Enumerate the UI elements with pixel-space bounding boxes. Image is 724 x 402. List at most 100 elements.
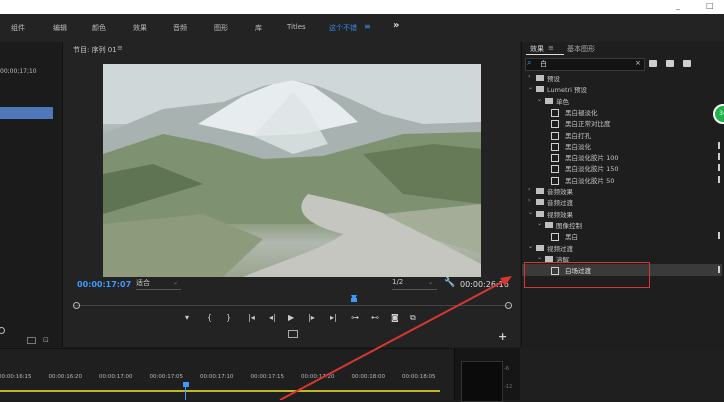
folder-icon: [545, 97, 553, 104]
search-icon: ⌕: [527, 58, 532, 67]
effect-preset-icon: [551, 165, 559, 174]
workspace-menu-icon[interactable]: ≡: [364, 22, 371, 31]
meter-tick-label: -12: [504, 384, 513, 390]
workspace-tab-titles[interactable]: Titles: [287, 23, 306, 31]
tree-folder-row[interactable]: ⌄ 视频效果: [522, 209, 724, 220]
folder-icon: [545, 221, 553, 228]
mountain-valley-image: [103, 64, 481, 277]
chevron-down-icon[interactable]: ⌄: [537, 220, 542, 227]
program-monitor-title[interactable]: 节目: 序列 01: [73, 45, 117, 55]
tree-item-label: Lumetri 预设: [547, 86, 588, 95]
program-current-timecode[interactable]: 00:00:17:07: [77, 280, 131, 289]
effect-preset-icon: [551, 142, 559, 151]
chevron-down-icon: ⌄: [428, 279, 434, 286]
chevron-down-icon[interactable]: ⌄: [528, 209, 533, 216]
tree-effect-row[interactable]: 黑白: [522, 231, 724, 242]
go-to-in-button[interactable]: |◂: [248, 313, 255, 322]
workspace-overflow-button[interactable]: »: [393, 20, 399, 31]
comparison-view-button[interactable]: ⧉: [410, 313, 416, 323]
folder-icon: [536, 75, 544, 81]
scrub-start-handle[interactable]: [73, 302, 80, 309]
tree-effect-row[interactable]: 黑白正常对比度: [522, 118, 724, 129]
step-forward-button[interactable]: |▸: [308, 313, 315, 322]
chevron-right-icon[interactable]: ›: [528, 197, 530, 204]
go-to-out-button[interactable]: ▸|: [330, 313, 337, 322]
tree-item-label: 黑白褪淡化: [565, 108, 598, 117]
mark-in-button[interactable]: {: [207, 313, 212, 322]
button-editor-add-button[interactable]: +: [498, 330, 507, 343]
workspace-bar: 组件 编辑 颜色 效果 音频 图形 库 Titles 这个不错 ≡ »: [0, 14, 724, 43]
mark-out-button[interactable]: }: [226, 313, 231, 322]
workspace-tab-editing[interactable]: 编辑: [53, 23, 67, 33]
ruler-tick-label: 00:00:17:05: [149, 374, 184, 380]
step-back-button[interactable]: ◂|: [269, 313, 276, 322]
workspace-tab-custom[interactable]: 这个不错: [329, 23, 357, 33]
tree-folder-row[interactable]: ⌄ 单色: [522, 96, 724, 107]
tab-effects[interactable]: 效果: [530, 44, 544, 54]
wrench-settings-icon[interactable]: 🔧: [444, 278, 455, 288]
tree-folder-row[interactable]: ⌄ 图像控制: [522, 220, 724, 231]
program-toggle-safe-margins-icon[interactable]: [288, 330, 298, 338]
chevron-down-icon[interactable]: ⌄: [528, 243, 533, 250]
tree-effect-row[interactable]: 黑白淡化胶片 100: [522, 152, 724, 163]
minimize-button[interactable]: _: [676, 1, 680, 10]
tree-folder-row[interactable]: › 音频过渡: [522, 197, 724, 208]
chevron-down-icon[interactable]: ⌄: [537, 96, 542, 103]
32bit-effects-filter-icon[interactable]: [666, 60, 674, 67]
tree-folder-row[interactable]: ⌄ Lumetri 预设: [522, 84, 724, 95]
workspace-tab-graphics[interactable]: 图形: [214, 23, 228, 33]
audio-meter: [461, 361, 503, 402]
effects-menu-icon[interactable]: ≡: [548, 44, 554, 52]
tree-folder-row[interactable]: › 预设: [522, 73, 724, 84]
clear-search-icon[interactable]: ×: [635, 59, 641, 67]
extract-button[interactable]: ⊷: [371, 313, 379, 322]
lift-button[interactable]: ⊶: [351, 313, 359, 322]
timeline-work-area-bar[interactable]: [0, 390, 440, 392]
source-selected-item[interactable]: [0, 107, 53, 119]
tree-item-label: 音频过渡: [547, 199, 573, 208]
effect-preset-icon: [551, 154, 559, 163]
tree-effect-row[interactable]: 黑白褪淡化: [522, 107, 724, 118]
tree-folder-row[interactable]: › 音频效果: [522, 186, 724, 197]
workspace-tab-color[interactable]: 颜色: [92, 23, 106, 33]
workspace-tab-assembly[interactable]: 组件: [11, 23, 25, 33]
program-menu-icon[interactable]: ≡: [117, 44, 123, 52]
effect-badge-icon: [718, 153, 720, 161]
tree-effect-row[interactable]: 黑白淡化胶片 50: [522, 175, 724, 186]
chevron-right-icon[interactable]: ›: [528, 186, 530, 193]
tree-item-label: 黑白淡化: [565, 142, 591, 151]
add-marker-button[interactable]: ▾: [185, 313, 189, 322]
workspace-tab-libraries[interactable]: 库: [255, 23, 262, 33]
timeline-playhead-line: [185, 387, 186, 400]
video-preview[interactable]: [103, 64, 481, 277]
yuv-effects-filter-icon[interactable]: [683, 60, 691, 67]
chevron-right-icon[interactable]: ›: [528, 73, 530, 80]
maximize-button[interactable]: □: [706, 1, 714, 10]
tree-item-label: 音频效果: [547, 188, 573, 196]
scrub-end-handle[interactable]: [505, 302, 512, 309]
timeline-playhead[interactable]: [183, 382, 189, 387]
source-export-frame-icon[interactable]: [27, 337, 36, 344]
tree-effect-row[interactable]: 黑白淡化胶片 150: [522, 163, 724, 174]
effects-search-value[interactable]: 白: [540, 59, 547, 69]
accelerated-effects-filter-icon[interactable]: [649, 60, 657, 67]
chevron-down-icon[interactable]: ⌄: [537, 254, 542, 261]
source-timecode[interactable]: 00;00;17;10: [0, 68, 37, 75]
export-frame-button[interactable]: ◙: [391, 313, 399, 322]
tree-effect-row[interactable]: 黑白淡化: [522, 141, 724, 152]
program-scrub-bar[interactable]: [74, 297, 510, 311]
tree-effect-row[interactable]: 黑白打孔: [522, 130, 724, 141]
workspace-tab-audio[interactable]: 音频: [173, 23, 187, 33]
tree-folder-row[interactable]: ⌄ 视频过渡: [522, 243, 724, 254]
tab-essential-graphics[interactable]: 基本图形: [567, 44, 595, 54]
program-playhead-body[interactable]: [351, 298, 357, 302]
chevron-down-icon[interactable]: ⌄: [528, 84, 533, 91]
folder-icon: [536, 86, 544, 93]
play-button[interactable]: ▶: [288, 313, 294, 322]
workspace-tab-effects[interactable]: 效果: [133, 23, 147, 33]
tree-item-label: 视频过渡: [547, 244, 573, 253]
effect-preset-icon: [551, 176, 559, 185]
source-settings-icon[interactable]: ⊡: [43, 336, 49, 344]
ruler-tick-label: 00:00:17:00: [99, 374, 133, 380]
effect-preset-icon: [551, 108, 559, 117]
